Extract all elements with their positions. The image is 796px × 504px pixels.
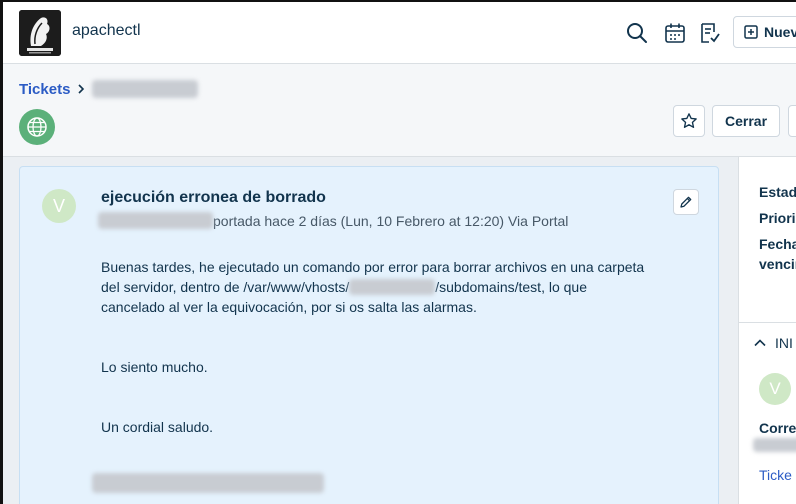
chevron-up-icon [754, 339, 766, 347]
requester-avatar: V [42, 189, 76, 223]
search-icon [627, 23, 647, 43]
description-line-2a: del servidor, dentro de /var/www/vhosts/ [101, 279, 350, 295]
portal-source-badge [19, 109, 55, 145]
chevron-right-icon [78, 84, 85, 94]
due-date-label-line1: Fecha [759, 236, 796, 252]
edit-ticket-button[interactable] [673, 189, 699, 215]
ticket-subheader: Tickets Cerrar [3, 64, 796, 157]
sidebar-divider [739, 322, 796, 323]
ticket-message-card: V ejecución erronea de borrado portada h… [19, 166, 719, 504]
apache-logo[interactable] [19, 10, 61, 56]
new-button[interactable]: Nuev [733, 16, 796, 48]
star-icon [681, 113, 697, 128]
breadcrumb: Tickets [19, 80, 199, 98]
notes-checklist-icon [701, 23, 720, 43]
breadcrumb-tickets-link[interactable]: Tickets [19, 81, 70, 98]
close-ticket-button[interactable]: Cerrar [712, 105, 780, 137]
description-line-1: Buenas tardes, he ejecutado un comando p… [101, 259, 645, 275]
email-label: Corre [759, 420, 796, 436]
signature-redacted [92, 473, 324, 493]
email-redacted [753, 438, 796, 452]
apache-logo-icon [19, 10, 61, 56]
contact-tickets-link[interactable]: Ticke [759, 467, 792, 483]
more-actions-button[interactable] [788, 105, 796, 137]
globe-icon [27, 117, 47, 137]
ticket-subject: ejecución erronea de borrado [101, 189, 326, 206]
pencil-icon [680, 196, 692, 208]
ticket-meta: portada hace 2 días (Lun, 10 Febrero at … [98, 212, 568, 229]
contact-avatar: V [759, 373, 791, 405]
due-date-label-line2: vencir [759, 256, 796, 272]
plus-square-icon [744, 25, 758, 39]
app-frame: apachectl Nuev Tickets Cerrar V ejecució… [0, 0, 796, 504]
description-line-2b: /subdomains/test, lo que [435, 279, 587, 295]
notes-button[interactable] [696, 20, 722, 46]
priority-label: Priori [759, 210, 796, 226]
breadcrumb-redacted-ticket [92, 80, 199, 98]
status-label: Estad [759, 184, 796, 200]
domain-redacted [349, 279, 436, 295]
ticket-meta-text: portada hace 2 días (Lun, 10 Febrero at … [213, 212, 569, 229]
favorite-button[interactable] [673, 105, 705, 137]
search-button[interactable] [624, 20, 650, 46]
description-line-3: cancelado al ver la equivocación, por si… [101, 299, 477, 315]
requester-name-redacted [98, 212, 213, 229]
calendar-icon [665, 23, 685, 43]
app-name: apachectl [72, 22, 141, 39]
new-button-label: Nuev [764, 24, 796, 40]
calendar-button[interactable] [662, 20, 688, 46]
description-paragraph-3: Un cordial saludo. [101, 419, 214, 435]
contact-info-toggle[interactable]: INI [753, 335, 793, 351]
top-bar: apachectl Nuev [3, 2, 796, 64]
ticket-description: Buenas tardes, he ejecutado un comando p… [101, 257, 701, 437]
description-paragraph-2: Lo siento mucho. [101, 359, 208, 375]
ticket-properties-sidebar: Estad Priori Fecha vencir INI V Corre Ti… [738, 157, 796, 504]
contact-info-label: INI [775, 335, 793, 351]
